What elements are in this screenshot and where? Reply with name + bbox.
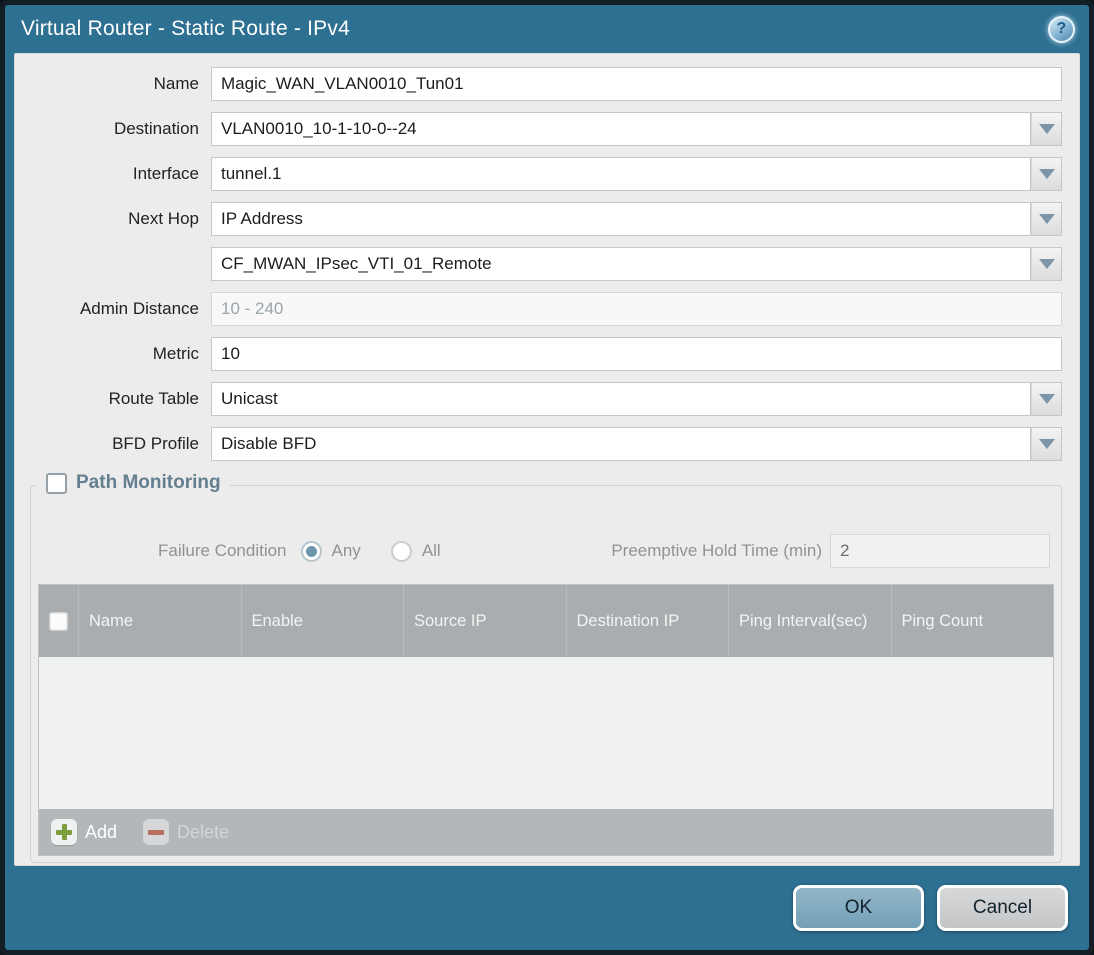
path-monitoring-legend: Path Monitoring xyxy=(37,472,230,494)
delete-button-label: Delete xyxy=(177,821,230,842)
interface-dropdown-trigger[interactable] xyxy=(1031,157,1062,191)
next-hop-label: Next Hop xyxy=(128,209,199,228)
path-monitoring-title: Path Monitoring xyxy=(76,472,221,493)
route-table-dropdown-trigger[interactable] xyxy=(1031,382,1062,416)
route-table-row: Route Table xyxy=(15,382,1062,416)
next-hop-address-dropdown-trigger[interactable] xyxy=(1031,247,1062,281)
name-label: Name xyxy=(153,74,199,93)
preemptive-hold-label: Preemptive Hold Time (min) xyxy=(611,541,822,560)
delete-button[interactable]: Delete xyxy=(143,819,229,845)
chevron-down-icon xyxy=(1038,214,1055,224)
interface-label: Interface xyxy=(132,164,199,183)
admin-distance-input[interactable] xyxy=(211,292,1062,326)
next-hop-type-input[interactable] xyxy=(211,202,1031,236)
next-hop-field-wrap xyxy=(211,202,1062,236)
table-footer-bar: Add Delete xyxy=(39,809,1053,855)
destination-dropdown-trigger[interactable] xyxy=(1031,112,1062,146)
dialog-footer: OK Cancel xyxy=(5,866,1089,950)
table-body-empty xyxy=(39,657,1053,809)
chevron-down-icon xyxy=(1038,124,1055,134)
route-table-label: Route Table xyxy=(108,389,199,408)
next-hop-address-input[interactable] xyxy=(211,247,1031,281)
table-header-destination-ip[interactable]: Destination IP xyxy=(567,585,729,657)
table-header-name[interactable]: Name xyxy=(79,585,242,657)
metric-label: Metric xyxy=(152,344,199,363)
metric-row: Metric xyxy=(15,337,1062,371)
dialog-content: Name Destination Interface Next Hop xyxy=(14,53,1080,866)
preemptive-hold-input[interactable] xyxy=(830,534,1050,568)
bfd-profile-label: BFD Profile xyxy=(112,434,199,453)
metric-input[interactable] xyxy=(211,337,1062,371)
chevron-down-icon xyxy=(1038,394,1055,404)
bfd-profile-input[interactable] xyxy=(211,427,1031,461)
metric-field-wrap xyxy=(211,337,1062,371)
bfd-profile-row: BFD Profile xyxy=(15,427,1062,461)
next-hop-row: Next Hop xyxy=(15,202,1062,236)
cancel-button[interactable]: Cancel xyxy=(937,885,1068,931)
add-button[interactable]: Add xyxy=(51,819,117,845)
help-icon[interactable]: ? xyxy=(1048,15,1075,43)
failure-condition-any-label: Any xyxy=(331,541,361,560)
plus-icon xyxy=(51,819,77,845)
destination-label: Destination xyxy=(113,119,199,138)
path-monitoring-table: Name Enable Source IP Destination IP Pin… xyxy=(38,584,1054,856)
table-header-enable[interactable]: Enable xyxy=(242,585,404,657)
dialog-titlebar: Virtual Router - Static Route - IPv4 ? xyxy=(5,5,1089,53)
route-table-field-wrap xyxy=(211,382,1062,416)
admin-distance-label: Admin Distance xyxy=(79,299,199,318)
route-table-input[interactable] xyxy=(211,382,1031,416)
destination-field-wrap xyxy=(211,112,1062,146)
name-row: Name xyxy=(15,67,1062,101)
path-monitoring-checkbox[interactable] xyxy=(46,472,67,494)
table-header-ping-count[interactable]: Ping Count xyxy=(892,585,1054,657)
chevron-down-icon xyxy=(1038,259,1055,269)
ok-button[interactable]: OK xyxy=(793,885,924,931)
interface-row: Interface xyxy=(15,157,1062,191)
name-field-wrap xyxy=(211,67,1062,101)
next-hop-address-field-wrap xyxy=(211,247,1062,281)
interface-input[interactable] xyxy=(211,157,1031,191)
minus-icon xyxy=(143,819,170,845)
select-all-checkbox[interactable] xyxy=(49,611,68,631)
failure-condition-all-label: All xyxy=(421,541,441,560)
failure-condition-all-radio[interactable] xyxy=(390,540,412,562)
admin-distance-field-wrap xyxy=(211,292,1062,326)
destination-input[interactable] xyxy=(211,112,1031,146)
bfd-profile-field-wrap xyxy=(211,427,1062,461)
chevron-down-icon xyxy=(1038,169,1055,179)
failure-condition-any-radio[interactable] xyxy=(300,540,322,562)
bfd-profile-dropdown-trigger[interactable] xyxy=(1031,427,1062,461)
admin-distance-row: Admin Distance xyxy=(15,292,1062,326)
static-route-dialog: Virtual Router - Static Route - IPv4 ? N… xyxy=(0,0,1094,955)
preemptive-hold-group: Preemptive Hold Time (min) xyxy=(611,534,1050,568)
failure-condition-row: Failure Condition Any All Preemptive Hol… xyxy=(158,534,1050,568)
table-header-ping-interval[interactable]: Ping Interval(sec) xyxy=(729,585,892,657)
dialog-title: Virtual Router - Static Route - IPv4 xyxy=(21,17,350,40)
add-button-label: Add xyxy=(85,821,118,842)
failure-condition-label: Failure Condition xyxy=(158,541,287,560)
destination-row: Destination xyxy=(15,112,1062,146)
chevron-down-icon xyxy=(1038,439,1055,449)
table-header-row: Name Enable Source IP Destination IP Pin… xyxy=(39,585,1053,657)
table-header-checkbox-cell xyxy=(39,585,79,657)
interface-field-wrap xyxy=(211,157,1062,191)
path-monitoring-section: Path Monitoring Failure Condition Any Al… xyxy=(30,472,1062,863)
next-hop-address-row xyxy=(15,247,1062,281)
next-hop-dropdown-trigger[interactable] xyxy=(1031,202,1062,236)
name-input[interactable] xyxy=(211,67,1062,101)
table-header-source-ip[interactable]: Source IP xyxy=(404,585,567,657)
